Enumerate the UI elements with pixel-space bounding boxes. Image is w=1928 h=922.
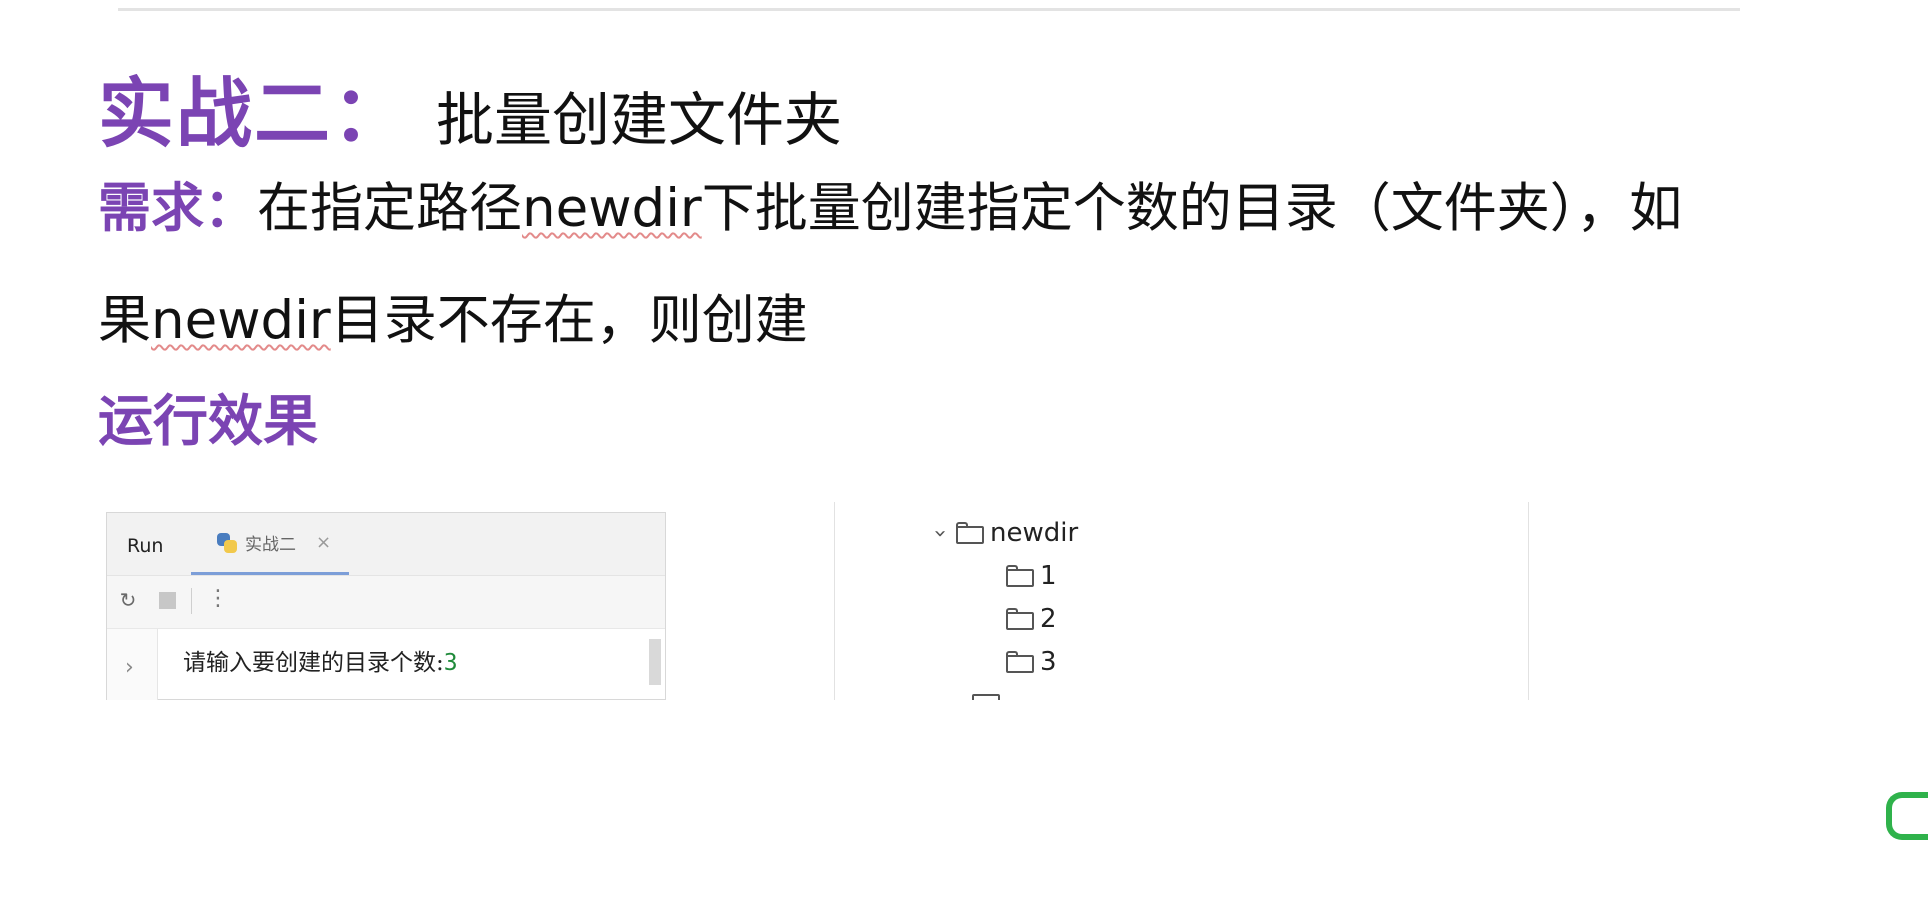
top-divider <box>118 8 1740 11</box>
run-tab[interactable]: 实战二 × <box>191 513 349 575</box>
requirement-line-2: 果newdir目录不存在，则创建 <box>98 294 808 347</box>
tree-item-label: 2 <box>1040 604 1057 634</box>
tree-item-label: 3 <box>1040 647 1057 677</box>
blank-area <box>0 700 1928 922</box>
requirement-text-1: 在指定路径 <box>257 178 522 239</box>
requirement-line-1: 需求：在指定路径newdir下批量创建指定个数的目录（文件夹），如 <box>98 182 1682 235</box>
tree-divider-left <box>834 502 835 700</box>
tree-item-1[interactable]: 1 <box>1006 561 1057 591</box>
chevron-down-icon[interactable]: › <box>928 517 953 549</box>
folder-icon <box>956 522 984 544</box>
run-toolbar: ↻ ⋮ <box>107 576 665 629</box>
tree-item-newdir[interactable]: › newdir <box>924 517 1079 549</box>
stop-icon[interactable] <box>159 592 176 609</box>
console-output[interactable]: › 请输入要创建的目录个数:3 <box>107 629 665 701</box>
run-panel: Run 实战二 × ↻ ⋮ › 请输入要创建的目录个数:3 <box>106 512 666 701</box>
folder-icon <box>1006 651 1034 673</box>
run-tab-label: 实战二 <box>245 535 296 555</box>
tree-item-3[interactable]: 3 <box>1006 647 1057 677</box>
requirement-text-4: 目录不存在，则创建 <box>330 290 808 351</box>
console-line: 请输入要创建的目录个数:3 <box>183 643 458 677</box>
slide-title: 实战二： 批量创建文件夹 <box>98 52 842 162</box>
section-heading: 运行效果 <box>98 389 319 453</box>
folder-icon <box>1006 565 1034 587</box>
rerun-icon[interactable]: ↻ <box>117 589 139 611</box>
tree-item-label: newdir <box>990 518 1079 548</box>
requirement-code-2: newdir <box>151 290 331 351</box>
toolbar-separator <box>191 588 192 614</box>
requirement-text-3: 果 <box>98 290 151 351</box>
requirement-text-2: 下批量创建指定个数的目录（文件夹），如 <box>701 178 1683 239</box>
requirement-label: 需求： <box>98 178 257 239</box>
title-main: 实战二： <box>98 69 410 158</box>
python-icon <box>217 532 237 553</box>
close-icon[interactable]: × <box>316 532 331 553</box>
title-subtitle: 批量创建文件夹 <box>436 86 843 154</box>
folder-icon <box>1006 608 1034 630</box>
console-scrollbar[interactable] <box>649 639 661 685</box>
console-gutter: › <box>107 629 158 701</box>
requirement-code-1: newdir <box>522 178 702 239</box>
brand-logo-icon <box>1886 792 1928 840</box>
console-input-value: 3 <box>443 650 458 676</box>
more-icon[interactable]: ⋮ <box>207 586 229 611</box>
run-tab-bar: Run 实战二 × <box>107 513 665 576</box>
console-prompt: 请输入要创建的目录个数: <box>183 650 444 676</box>
run-tool-window-label[interactable]: Run <box>127 535 163 557</box>
tree-item-label: 1 <box>1040 561 1057 591</box>
tree-item-2[interactable]: 2 <box>1006 604 1057 634</box>
chevron-right-icon: › <box>125 655 134 680</box>
tree-divider-right <box>1528 502 1529 700</box>
